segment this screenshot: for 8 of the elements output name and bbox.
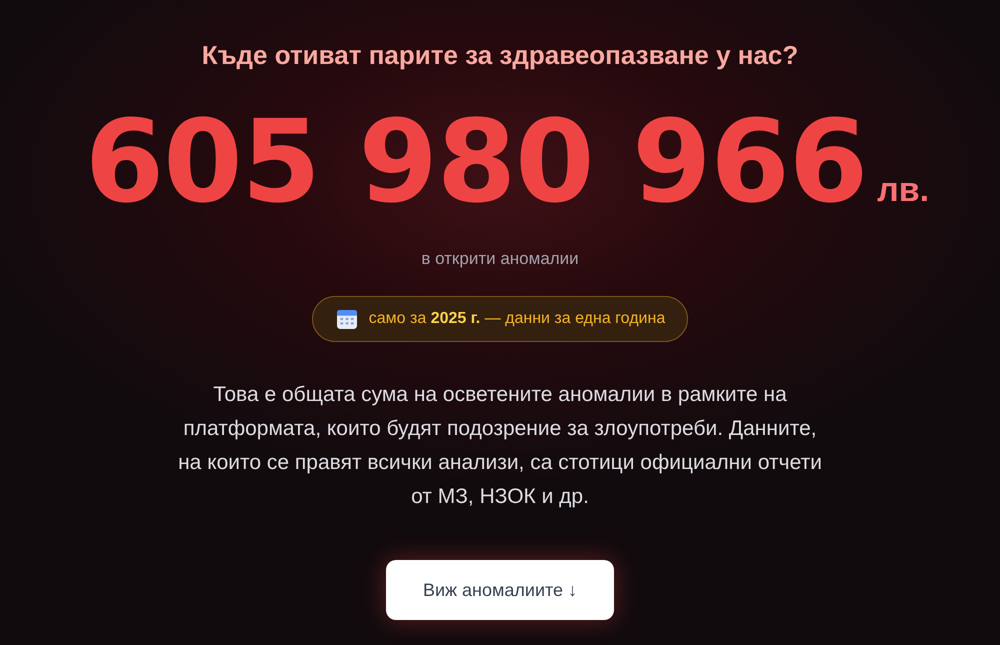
amount-subtitle: в открити аномалии	[421, 248, 579, 270]
total-amount: 605 980 966	[84, 98, 868, 226]
page-heading: Къде отиват парите за здравеопазване у нас?	[202, 40, 798, 70]
currency-label: лв.	[877, 171, 930, 210]
calendar-icon	[336, 310, 357, 328]
description-paragraph: Това е общата сума на осветените аномалии в рамките на платформата, които будят подозрение за злоупотреби. Данните, на които се правят всички анализи, са стотици официални отчети от МЗ, НЗОК и др.	[177, 382, 823, 510]
view-anomalies-button[interactable]: Виж аномалиите ↓	[386, 560, 614, 620]
period-note: само за 2025 г. — данни за една година	[368, 310, 666, 328]
